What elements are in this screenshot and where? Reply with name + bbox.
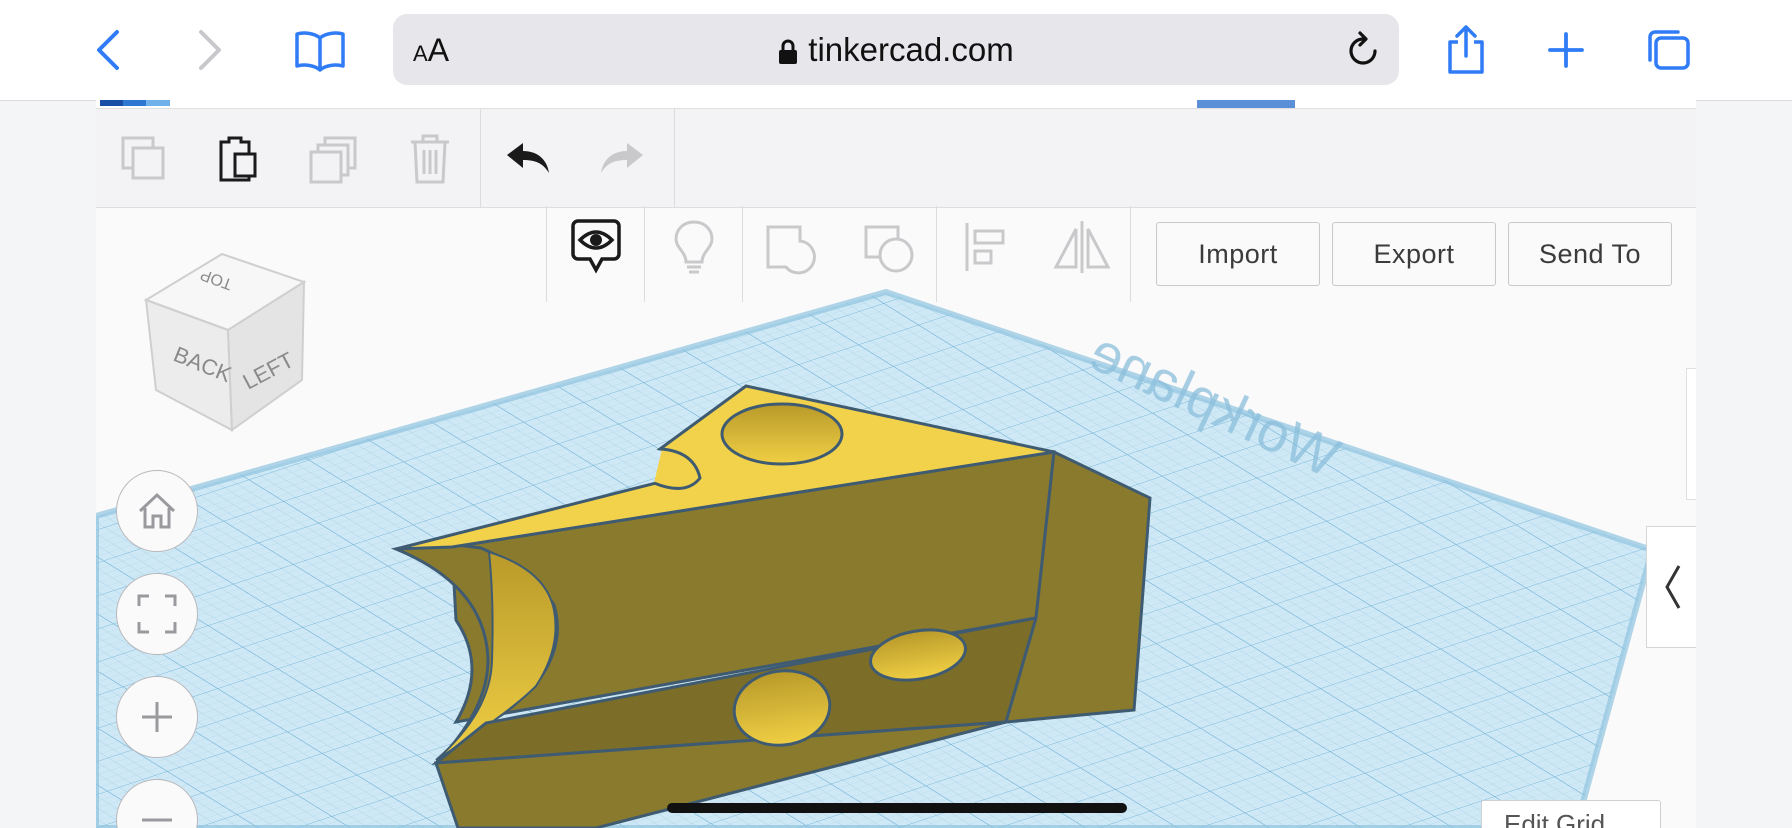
book-icon xyxy=(295,31,345,72)
undo-icon xyxy=(507,143,549,173)
toolbar-separator xyxy=(742,206,743,302)
chevron-right-icon xyxy=(199,30,221,70)
tabs-button[interactable] xyxy=(1640,22,1696,78)
forward-button[interactable] xyxy=(182,22,238,78)
trash-icon xyxy=(411,134,449,184)
export-button[interactable]: Export xyxy=(1332,222,1496,286)
url-text: tinkercad.com xyxy=(808,31,1014,68)
address-bar[interactable]: AA tinkercad.com xyxy=(393,14,1399,85)
right-panel-edge xyxy=(1686,368,1696,500)
bookmarks-button[interactable] xyxy=(292,22,348,78)
copy-icon xyxy=(121,136,165,180)
mirror-icon xyxy=(1053,221,1111,273)
ungroup-button[interactable] xyxy=(860,217,920,277)
toolbar-separator xyxy=(674,109,675,207)
chevron-left-icon xyxy=(97,30,119,70)
lightbulb-button[interactable] xyxy=(664,217,724,277)
chevron-left-icon xyxy=(1665,565,1681,609)
home-view-button[interactable] xyxy=(116,470,198,552)
fit-icon xyxy=(137,594,177,634)
align-icon xyxy=(965,223,1005,271)
group-icon xyxy=(766,225,816,275)
toolbar-separator xyxy=(1130,206,1131,302)
lock-icon xyxy=(779,39,798,65)
share-button[interactable] xyxy=(1438,22,1494,78)
plus-icon xyxy=(1548,32,1584,68)
home-indicator xyxy=(667,803,1127,813)
browser-toolbar: AA tinkercad.com xyxy=(0,0,1792,101)
ungroup-icon xyxy=(864,225,914,273)
home-icon xyxy=(138,492,176,529)
new-tab-button[interactable] xyxy=(1538,22,1594,78)
toolbar-separator xyxy=(936,206,937,302)
lightbulb-icon xyxy=(674,220,714,274)
send-to-button[interactable]: Send To xyxy=(1508,222,1672,286)
zoom-in-button[interactable] xyxy=(116,676,198,758)
align-button[interactable] xyxy=(956,217,1016,277)
edit-grid-button[interactable]: Edit Grid xyxy=(1481,800,1661,828)
reload-button[interactable] xyxy=(1345,30,1381,73)
back-button[interactable] xyxy=(80,22,136,78)
import-button[interactable]: Import xyxy=(1156,222,1320,286)
fit-view-button[interactable] xyxy=(116,573,198,655)
clipboard-icon xyxy=(219,136,257,182)
cheese-top-hole xyxy=(720,402,844,466)
tinkercad-editor: Workplane Import Export Send To TOP BACK… xyxy=(96,100,1696,828)
edit-toolbar xyxy=(96,109,1696,208)
mirror-button[interactable] xyxy=(1052,217,1112,277)
redo-button[interactable] xyxy=(594,131,650,187)
undo-button[interactable] xyxy=(500,131,556,187)
minus-icon xyxy=(142,818,172,822)
share-icon xyxy=(1448,25,1484,74)
duplicate-button[interactable] xyxy=(306,131,362,187)
toolbar-separator xyxy=(546,206,547,302)
plus-icon xyxy=(142,702,172,732)
shapes-panel-toggle[interactable] xyxy=(1646,526,1696,648)
group-button[interactable] xyxy=(762,217,822,277)
workplane-canvas[interactable]: Workplane xyxy=(96,100,1696,828)
redo-icon xyxy=(601,143,643,173)
tabs-icon xyxy=(1648,30,1690,70)
copy-button[interactable] xyxy=(116,131,172,187)
duplicate-icon xyxy=(309,136,357,184)
delete-button[interactable] xyxy=(402,131,458,187)
eye-speech-icon xyxy=(571,219,621,274)
view-cube[interactable]: TOP BACK LEFT xyxy=(136,250,316,440)
toolbar-separator xyxy=(644,206,645,302)
toolbar-separator xyxy=(480,109,481,207)
notes-button[interactable] xyxy=(566,217,626,277)
reload-icon xyxy=(1349,31,1377,65)
paste-button[interactable] xyxy=(208,131,264,187)
